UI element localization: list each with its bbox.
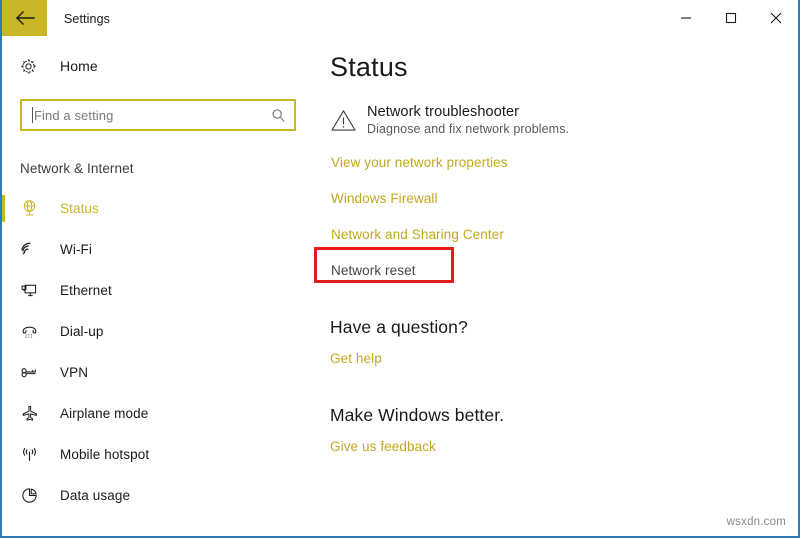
- sidebar-home-label: Home: [60, 58, 98, 74]
- window-body: Home Find a setting Network & Internet S…: [2, 38, 798, 534]
- gear-icon: [20, 58, 42, 75]
- wifi-icon: [20, 240, 42, 259]
- settings-link-list: View your network properties Windows Fir…: [314, 155, 798, 283]
- title-bar: Settings: [2, 0, 798, 38]
- sidebar-section-header: Network & Internet: [20, 161, 134, 176]
- make-windows-better-section: Make Windows better. Give us feedback: [330, 405, 798, 454]
- globe-icon: [20, 199, 42, 218]
- troubleshooter-subtitle: Diagnose and fix network problems.: [367, 122, 570, 136]
- sidebar-item-label: VPN: [60, 365, 89, 380]
- sidebar-item-mobile-hotspot[interactable]: Mobile hotspot: [2, 434, 314, 475]
- sidebar-item-vpn[interactable]: VPN: [2, 352, 314, 393]
- link-give-us-feedback[interactable]: Give us feedback: [330, 439, 436, 454]
- window-title: Settings: [64, 12, 110, 26]
- sidebar-item-dialup[interactable]: Dial-up: [2, 311, 314, 352]
- network-reset-highlight-group: Network reset: [314, 247, 454, 283]
- sidebar-item-status[interactable]: Status: [2, 188, 314, 229]
- page-title: Status: [330, 52, 408, 82]
- search-placeholder: Find a setting: [34, 107, 114, 123]
- sidebar-item-home[interactable]: Home: [2, 49, 314, 83]
- phone-icon: [20, 322, 42, 341]
- sidebar-item-label: Data usage: [60, 488, 131, 503]
- troubleshooter-title: Network troubleshooter: [367, 104, 520, 120]
- link-view-network-properties[interactable]: View your network properties: [331, 155, 508, 170]
- sidebar-item-label: Ethernet: [60, 283, 112, 298]
- sidebar-item-wifi[interactable]: Wi-Fi: [2, 229, 314, 270]
- sidebar: Home Find a setting Network & Internet S…: [2, 38, 314, 534]
- vpn-key-icon: [20, 363, 42, 382]
- sidebar-item-label: Mobile hotspot: [60, 447, 150, 462]
- question-section-title: Have a question?: [330, 317, 468, 337]
- troubleshooter-text: Network troubleshooter Diagnose and fix …: [364, 104, 569, 136]
- sidebar-item-data-usage[interactable]: Data usage: [2, 475, 314, 516]
- sidebar-item-label: Wi-Fi: [60, 242, 92, 257]
- minimize-button[interactable]: [663, 0, 708, 36]
- sidebar-item-label: Dial-up: [60, 324, 104, 339]
- ethernet-icon: [20, 281, 42, 300]
- back-button[interactable]: [2, 0, 47, 36]
- have-a-question-section: Have a question? Get help: [330, 317, 798, 366]
- pie-chart-icon: [20, 486, 42, 505]
- airplane-icon: [20, 404, 42, 423]
- watermark: wsxdn.com: [726, 516, 786, 528]
- search-container: Find a setting: [2, 83, 314, 131]
- settings-window: Settings Home Find a setting Network & I…: [0, 0, 800, 538]
- sidebar-item-airplane-mode[interactable]: Airplane mode: [2, 393, 314, 434]
- feedback-section-title: Make Windows better.: [330, 405, 505, 425]
- search-icon[interactable]: [271, 108, 286, 123]
- minimize-icon: [680, 12, 692, 24]
- network-troubleshooter-entry[interactable]: Network troubleshooter Diagnose and fix …: [330, 104, 798, 138]
- back-arrow-icon: [15, 11, 35, 25]
- maximize-button[interactable]: [708, 0, 753, 36]
- text-caret: [32, 107, 33, 123]
- sidebar-item-label: Airplane mode: [60, 406, 149, 421]
- sidebar-item-label: Status: [60, 201, 99, 216]
- link-windows-firewall[interactable]: Windows Firewall: [331, 191, 438, 206]
- close-icon: [770, 12, 782, 24]
- main-content: Status Network troubleshooter Diagnose a…: [314, 38, 798, 534]
- close-button[interactable]: [753, 0, 798, 36]
- link-network-sharing-center[interactable]: Network and Sharing Center: [331, 227, 504, 242]
- window-controls: [663, 0, 798, 38]
- warning-triangle-icon: [330, 104, 364, 138]
- link-network-reset[interactable]: Network reset: [331, 263, 416, 278]
- maximize-icon: [725, 12, 737, 24]
- sidebar-nav-list: Status Wi-Fi Ethernet Dial-up VPN Airpla…: [2, 188, 314, 516]
- link-get-help[interactable]: Get help: [330, 351, 382, 366]
- search-input[interactable]: Find a setting: [20, 99, 296, 131]
- hotspot-icon: [20, 445, 42, 464]
- sidebar-item-ethernet[interactable]: Ethernet: [2, 270, 314, 311]
